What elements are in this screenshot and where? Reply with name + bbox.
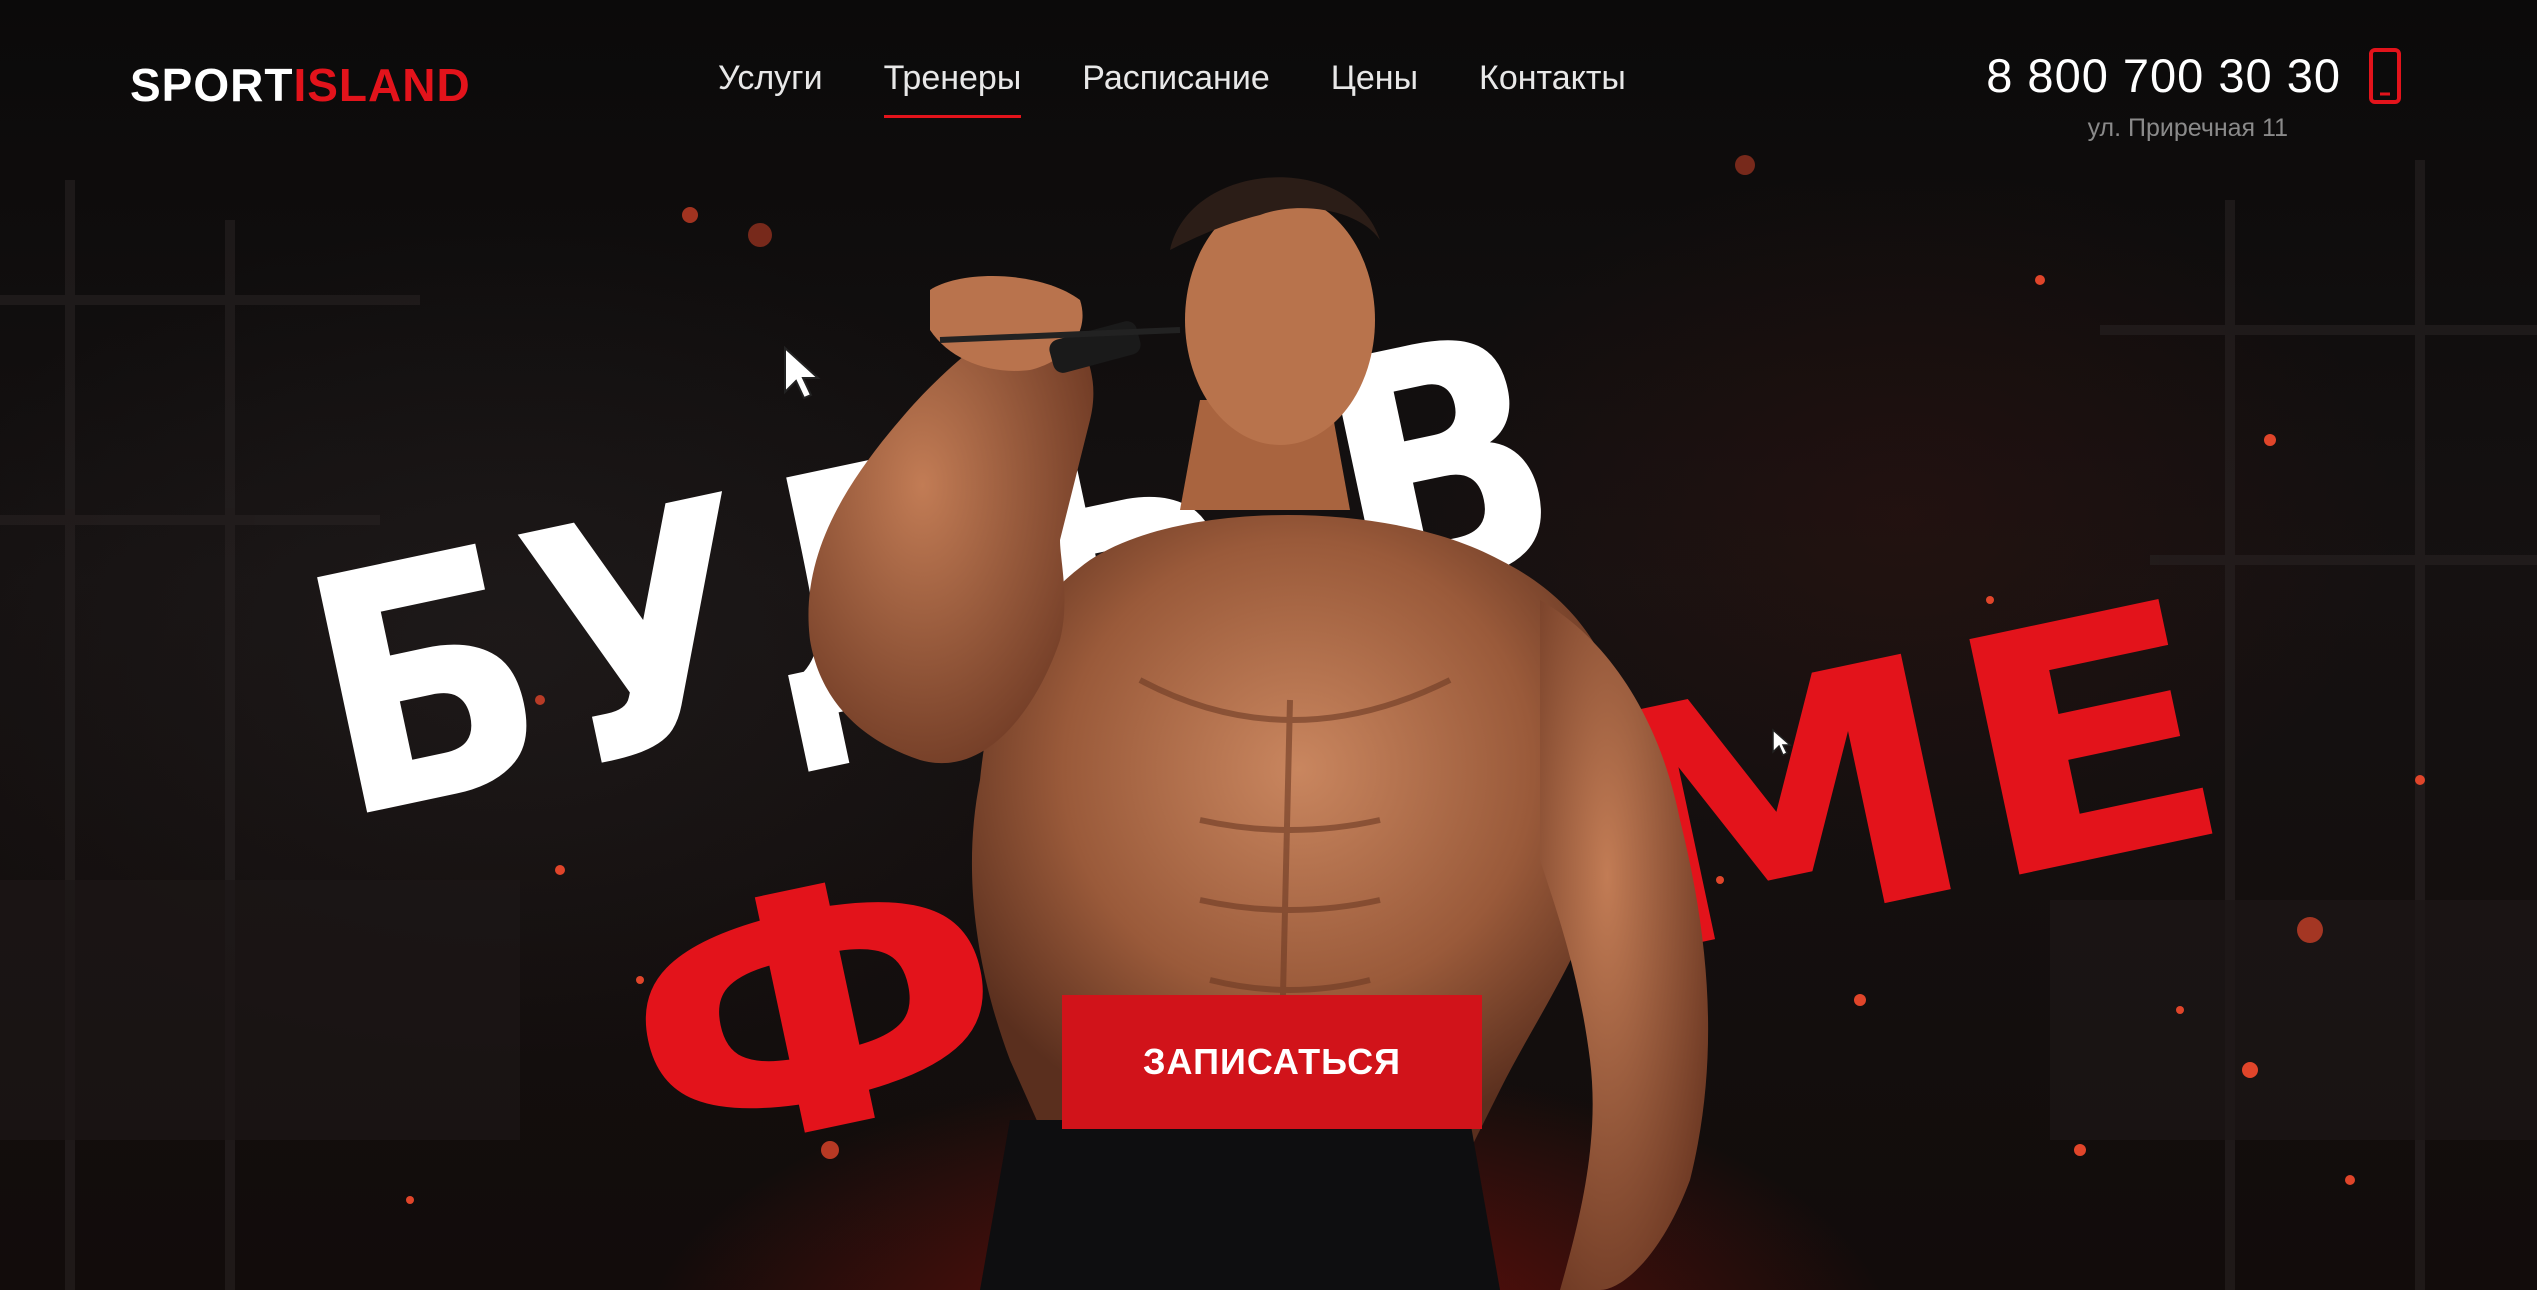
signup-button[interactable]: ЗАПИСАТЬСЯ xyxy=(1062,995,1482,1129)
mouse-cursor-icon xyxy=(784,345,821,400)
